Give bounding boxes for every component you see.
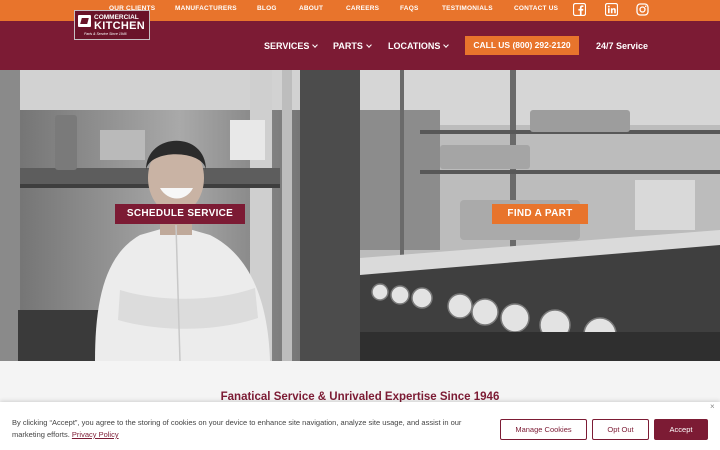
logo-mark-icon xyxy=(78,15,91,27)
testimonials-link[interactable]: TESTIMONIALS xyxy=(442,5,493,12)
privacy-policy-link[interactable]: Privacy Policy xyxy=(72,430,119,439)
nav-parts-label: PARTS xyxy=(333,41,363,51)
cookie-banner: By clicking “Accept”, you agree to the s… xyxy=(0,402,720,450)
instagram-icon[interactable] xyxy=(636,3,649,16)
opt-out-button[interactable]: Opt Out xyxy=(592,419,649,440)
close-icon[interactable]: × xyxy=(710,402,715,411)
logo-line-2: KITCHEN xyxy=(94,20,145,32)
chevron-down-icon xyxy=(443,42,450,48)
blog-link[interactable]: BLOG xyxy=(257,5,277,12)
about-link[interactable]: ABOUT xyxy=(299,5,323,12)
nav-services-label: SERVICES xyxy=(264,41,310,51)
nav-parts[interactable]: PARTS xyxy=(333,41,372,51)
logo-tagline: Parts & Service Since 1946 xyxy=(84,32,127,36)
nav-locations[interactable]: LOCATIONS xyxy=(388,41,450,51)
nav-services[interactable]: SERVICES xyxy=(264,41,319,51)
faqs-link[interactable]: FAQS xyxy=(400,5,419,12)
careers-link[interactable]: CAREERS xyxy=(346,5,379,12)
call-us-button[interactable]: CALL US (800) 292-2120 xyxy=(465,36,579,55)
cookie-message: By clicking “Accept”, you agree to the s… xyxy=(12,417,490,441)
chevron-down-icon xyxy=(312,42,319,48)
accept-button[interactable]: Accept xyxy=(654,419,708,440)
chevron-down-icon xyxy=(366,42,372,48)
commercial-kitchen-logo[interactable]: COMMERCIAL KITCHEN Parts & Service Since… xyxy=(74,10,150,40)
manufacturers-link[interactable]: MANUFACTURERS xyxy=(175,5,237,12)
schedule-service-button[interactable]: SCHEDULE SERVICE xyxy=(115,204,245,224)
manage-cookies-button[interactable]: Manage Cookies xyxy=(500,419,587,440)
service-247-label: 24/7 Service xyxy=(596,41,649,51)
nav-locations-label: LOCATIONS xyxy=(388,41,441,51)
facebook-icon[interactable] xyxy=(573,3,586,16)
find-a-part-button[interactable]: FIND A PART xyxy=(492,204,588,224)
linkedin-icon[interactable] xyxy=(605,3,618,16)
contact-us-link[interactable]: CONTACT US xyxy=(514,5,558,12)
